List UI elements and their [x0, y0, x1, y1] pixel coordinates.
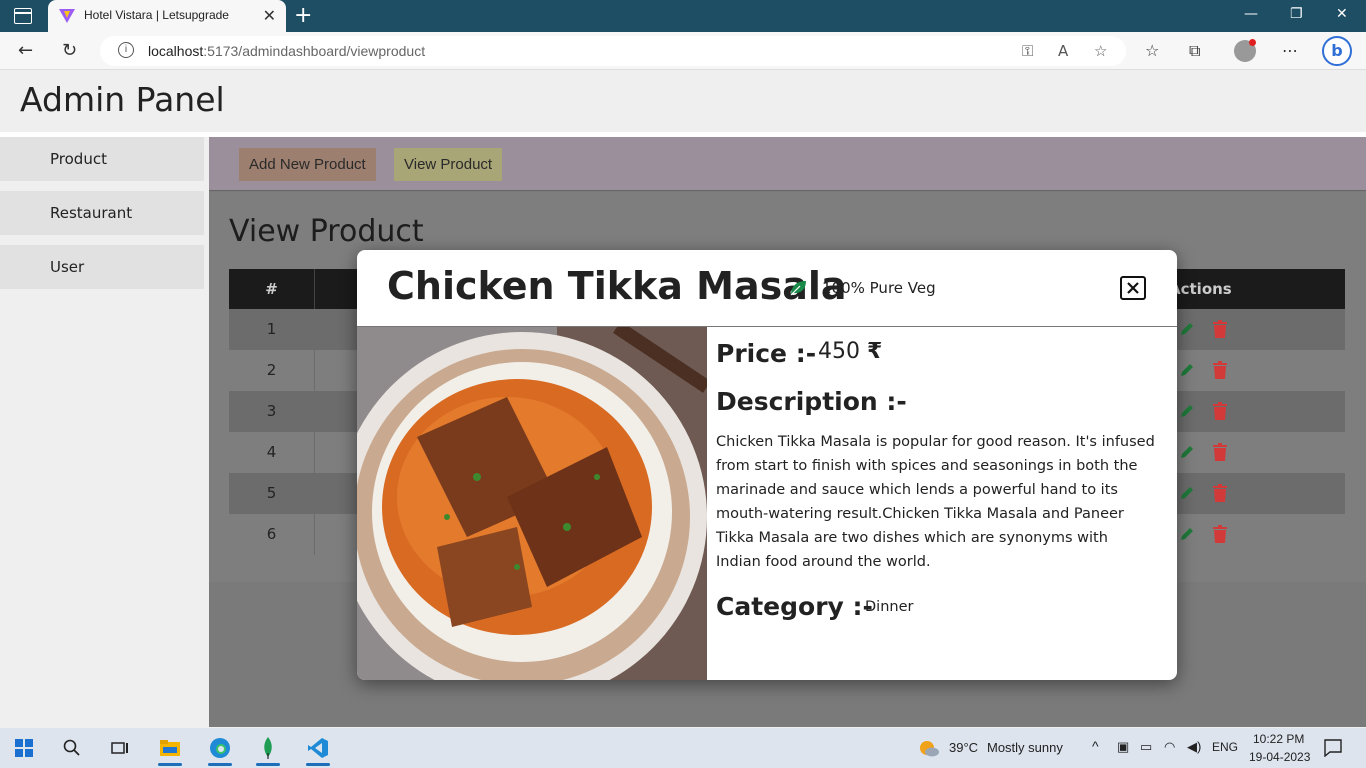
windows-start-icon[interactable]: [4, 728, 44, 768]
vscode-icon[interactable]: [298, 728, 338, 768]
sidebar-item-product[interactable]: Product: [0, 137, 204, 181]
delete-icon[interactable]: [1213, 525, 1227, 543]
row-number: 3: [229, 391, 315, 432]
price-label: Price :-: [716, 339, 817, 368]
back-icon[interactable]: ←: [18, 40, 33, 61]
description-text: Chicken Tikka Masala is popular for good…: [716, 434, 1155, 570]
search-icon[interactable]: [52, 728, 92, 768]
collections-icon[interactable]: ⧉: [1189, 41, 1200, 61]
sidebar-item-label: Product: [50, 150, 107, 168]
mongodb-compass-icon[interactable]: [248, 728, 288, 768]
minimize-icon[interactable]: —: [1244, 6, 1258, 22]
row-number: 4: [229, 432, 315, 473]
read-aloud-icon[interactable]: A: [1058, 42, 1068, 60]
modal-title: Chicken Tikka Masala: [387, 264, 847, 308]
key-icon[interactable]: ⚿: [1022, 42, 1033, 60]
refresh-icon[interactable]: ↻: [62, 40, 77, 61]
meet-now-icon[interactable]: ▣: [1117, 739, 1129, 755]
row-number: 1: [229, 309, 315, 350]
edit-icon[interactable]: [1179, 321, 1195, 337]
view-product-button[interactable]: View Product: [394, 148, 503, 181]
close-window-icon[interactable]: ✕: [1336, 6, 1348, 22]
new-tab-icon[interactable]: +: [294, 3, 312, 28]
clock-time[interactable]: 10:22 PM: [1253, 732, 1304, 746]
rupee-icon: ₹: [867, 339, 883, 364]
close-modal-button[interactable]: [1120, 276, 1146, 300]
windows-taskbar: 39°C Mostly sunny ^ ▣ ▭ ◠ ◀) ENG 10:22 P…: [0, 728, 1366, 768]
weather-temp[interactable]: 39°C: [949, 740, 978, 755]
category-value: Dinner: [865, 599, 914, 615]
browser-tab[interactable]: Hotel Vistara | Letsupgrade ✕: [48, 0, 286, 32]
show-hidden-icons-icon[interactable]: ^: [1092, 738, 1099, 754]
veg-label: 100% Pure Veg: [822, 279, 936, 297]
site-info-icon[interactable]: i: [118, 42, 134, 58]
column-header-actions: Actions: [1169, 280, 1232, 298]
sidebar: Product Restaurant User: [0, 137, 204, 727]
delete-icon[interactable]: [1213, 361, 1227, 379]
delete-icon[interactable]: [1213, 484, 1227, 502]
edit-icon[interactable]: [1179, 526, 1195, 542]
wifi-icon[interactable]: ◠: [1164, 739, 1175, 755]
leaf-icon: [790, 281, 806, 296]
product-detail-modal: Chicken Tikka Masala 100% Pure Veg Price: [357, 250, 1177, 680]
sidebar-item-label: User: [50, 258, 85, 276]
vite-favicon-icon: [59, 9, 75, 23]
tab-title: Hotel Vistara | Letsupgrade: [84, 8, 229, 22]
clock-date[interactable]: 19-04-2023: [1249, 750, 1310, 764]
sidebar-item-user[interactable]: User: [0, 245, 204, 289]
notifications-icon[interactable]: [1324, 739, 1342, 757]
edit-icon[interactable]: [1179, 444, 1195, 460]
delete-icon[interactable]: [1213, 443, 1227, 461]
delete-icon[interactable]: [1213, 402, 1227, 420]
add-new-product-button[interactable]: Add New Product: [239, 148, 376, 181]
browser-tabbar: Hotel Vistara | Letsupgrade ✕ + — ❐ ✕: [0, 0, 1366, 32]
edit-icon[interactable]: [1179, 485, 1195, 501]
modal-header: Chicken Tikka Masala 100% Pure Veg: [357, 250, 1177, 327]
url-field[interactable]: i localhost:5173/admindashboard/viewprod…: [100, 36, 1126, 66]
file-explorer-icon[interactable]: [150, 728, 190, 768]
tab-close-icon[interactable]: ✕: [263, 6, 276, 25]
description-label: Description :-: [716, 387, 907, 416]
url-text: localhost:5173/admindashboard/viewproduc…: [148, 43, 426, 59]
restore-icon[interactable]: ❐: [1290, 6, 1303, 22]
edge-browser-icon[interactable]: [200, 728, 240, 768]
task-view-icon[interactable]: [100, 728, 140, 768]
app-title: Admin Panel: [20, 80, 225, 119]
sidebar-item-restaurant[interactable]: Restaurant: [0, 191, 204, 235]
price-value: 450 ₹: [818, 339, 883, 364]
sidebar-item-label: Restaurant: [50, 204, 133, 222]
battery-icon[interactable]: ▭: [1140, 739, 1152, 755]
row-number: 6: [229, 514, 315, 555]
tab-actions-icon[interactable]: [14, 8, 32, 24]
category-label: Category :-: [716, 592, 873, 621]
edit-icon[interactable]: [1179, 362, 1195, 378]
add-favorite-icon[interactable]: ☆: [1094, 42, 1107, 60]
language-indicator[interactable]: ENG: [1212, 740, 1238, 754]
close-icon: [1127, 282, 1139, 294]
bing-icon[interactable]: b: [1322, 36, 1352, 66]
delete-icon[interactable]: [1213, 320, 1227, 338]
weather-sun-icon: [920, 741, 939, 757]
favorites-icon[interactable]: ☆: [1145, 41, 1159, 60]
app-header: Admin Panel: [0, 70, 1366, 132]
product-image: [357, 327, 707, 680]
volume-icon[interactable]: ◀): [1187, 739, 1201, 755]
address-bar-row: ← ↻ i localhost:5173/admindashboard/view…: [0, 32, 1366, 70]
main-toolbar: Add New Product View Product: [209, 137, 1366, 191]
edit-icon[interactable]: [1179, 403, 1195, 419]
more-menu-icon[interactable]: ⋯: [1282, 41, 1298, 60]
notification-dot: [1249, 39, 1256, 46]
column-header-number: #: [229, 269, 315, 309]
row-number: 2: [229, 350, 315, 391]
weather-desc[interactable]: Mostly sunny: [987, 740, 1063, 755]
row-number: 5: [229, 473, 315, 514]
page-title: View Product: [229, 214, 424, 249]
